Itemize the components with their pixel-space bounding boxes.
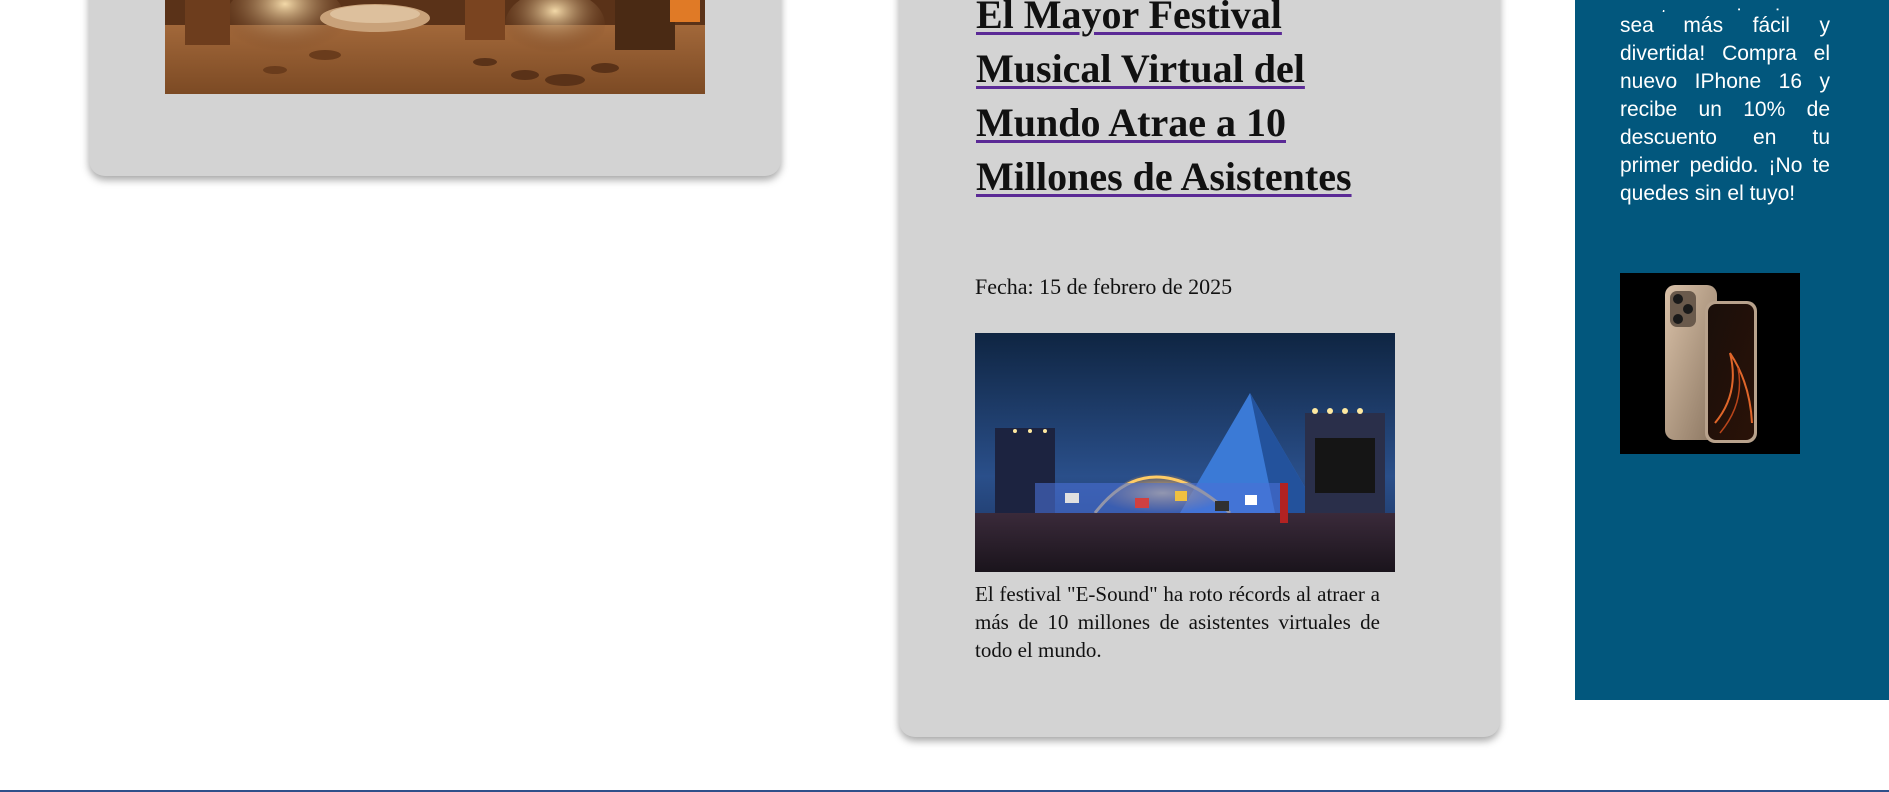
article-date: Fecha: 15 de febrero de 2025: [975, 274, 1233, 299]
page: El Mayor Festival Musical Virtual del Mu…: [0, 0, 1889, 792]
ad-text: que tu experiencia sea más fácil y diver…: [1620, 4, 1830, 208]
article-title-link[interactable]: El Mayor Festival Musical Virtual del Mu…: [976, 0, 1352, 199]
article-summary: El festival "E-Sound" ha roto récords al…: [975, 582, 1380, 662]
ad-image-iphone[interactable]: [1620, 273, 1800, 454]
ad-text-body: sea más fácil y divertida! Compra el nue…: [1620, 14, 1830, 205]
ad-text-partial-top: que tu experiencia: [1620, 4, 1830, 12]
article-title: El Mayor Festival Musical Virtual del Mu…: [976, 0, 1376, 204]
article-image-caves: [165, 0, 705, 94]
article-image-festival[interactable]: [975, 333, 1395, 572]
